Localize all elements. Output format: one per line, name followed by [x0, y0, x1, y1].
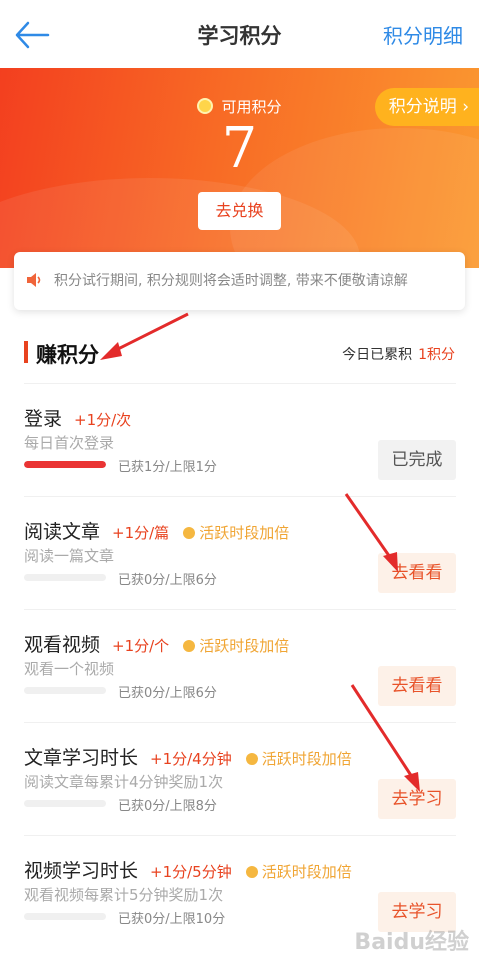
boost-icon — [245, 866, 258, 878]
boost-text: 活跃时段加倍 — [261, 750, 352, 768]
task-description: 阅读一篇文章 — [24, 547, 115, 565]
task-action-button[interactable]: 去看看 — [378, 666, 456, 706]
today-value: 1积分 — [418, 347, 455, 363]
task-name: 观看视频 +1分/个 活跃时段加倍 — [24, 630, 289, 657]
points-banner: 可用积分 7 去兑换 积分说明 › — [0, 68, 479, 268]
speaker-icon — [27, 273, 41, 287]
watermark-logo: Baidu经验 — [354, 930, 469, 955]
task-progress-bar — [24, 800, 106, 807]
task-row: 阅读文章 +1分/篇 活跃时段加倍阅读一篇文章 已获0分/上限6分 去看看 — [24, 496, 456, 608]
task-name: 登录 +1分/次 — [24, 404, 131, 431]
task-progress-text: 已获0分/上限6分 — [118, 686, 217, 701]
today-accumulated: 今日已累积 1积分 — [342, 344, 455, 364]
section-title: 赚积分 — [36, 343, 99, 367]
task-title: 文章学习时长 — [24, 747, 139, 769]
task-title: 视频学习时长 — [24, 860, 139, 882]
coin-icon — [197, 98, 214, 114]
today-label: 今日已累积 — [342, 347, 413, 363]
task-row: 登录 +1分/次每日首次登录 已获1分/上限1分 已完成 — [24, 383, 456, 495]
progress-fill — [24, 461, 106, 468]
task-name: 阅读文章 +1分/篇 活跃时段加倍 — [24, 517, 289, 544]
task-rate: +1分/个 — [112, 637, 170, 655]
notice-card: 积分试行期间, 积分规则将会适时调整, 带来不便敬请谅解 — [14, 252, 465, 310]
task-description: 每日首次登录 — [24, 434, 115, 452]
task-description: 观看一个视频 — [24, 660, 115, 678]
boost-badge: 活跃时段加倍 — [183, 637, 289, 655]
boost-badge: 活跃时段加倍 — [245, 863, 352, 881]
task-row: 文章学习时长 +1分/4分钟 活跃时段加倍阅读文章每累计4分钟奖励1次已获0分/上限… — [24, 722, 456, 834]
points-detail-link[interactable]: 积分明细 — [383, 20, 463, 49]
boost-badge: 活跃时段加倍 — [245, 750, 352, 768]
points-explain-button[interactable]: 积分说明 › — [374, 88, 479, 126]
task-title: 登录 — [24, 408, 63, 430]
task-progress-bar — [24, 687, 106, 694]
section-marker — [24, 341, 28, 363]
task-progress-text: 已获0分/上限8分 — [118, 799, 217, 814]
task-progress-text: 已获0分/上限10分 — [118, 912, 226, 927]
task-progress-text: 已获0分/上限6分 — [118, 573, 217, 588]
task-name: 视频学习时长 +1分/5分钟 活跃时段加倍 — [24, 856, 352, 883]
task-title: 阅读文章 — [24, 521, 101, 543]
task-title: 观看视频 — [24, 634, 101, 656]
boost-text: 活跃时段加倍 — [261, 863, 352, 881]
task-rate: +1分/次 — [74, 411, 132, 429]
task-progress-bar — [24, 574, 106, 581]
task-rate: +1分/篇 — [112, 524, 170, 542]
nav-bar: 学习积分 积分明细 — [0, 0, 479, 68]
task-name: 文章学习时长 +1分/4分钟 活跃时段加倍 — [24, 743, 352, 770]
boost-badge: 活跃时段加倍 — [183, 524, 289, 542]
task-description: 观看视频每累计5分钟奖励1次 — [24, 886, 224, 904]
earn-points-header: 赚积分 今日已累积 1积分 — [0, 335, 479, 371]
boost-text: 活跃时段加倍 — [199, 637, 290, 655]
task-progress-bar — [24, 913, 106, 920]
task-progress-bar — [24, 461, 106, 468]
task-description: 阅读文章每累计4分钟奖励1次 — [24, 773, 224, 791]
boost-icon — [183, 640, 196, 652]
task-rate: +1分/4分钟 — [150, 750, 232, 768]
task-row: 观看视频 +1分/个 活跃时段加倍观看一个视频 已获0分/上限6分 去看看 — [24, 609, 456, 721]
redeem-button[interactable]: 去兑换 — [198, 192, 281, 230]
boost-icon — [245, 753, 258, 765]
boost-text: 活跃时段加倍 — [199, 524, 290, 542]
task-rate: +1分/5分钟 — [150, 863, 232, 881]
notice-text: 积分试行期间, 积分规则将会适时调整, 带来不便敬请谅解 — [54, 273, 408, 289]
task-action-button[interactable]: 去学习 — [378, 779, 456, 819]
task-action-button[interactable]: 已完成 — [378, 440, 456, 480]
task-action-button[interactable]: 去看看 — [378, 553, 456, 593]
available-points-text: 可用积分 — [221, 98, 282, 116]
task-progress-text: 已获1分/上限1分 — [118, 460, 217, 475]
boost-icon — [183, 527, 196, 539]
